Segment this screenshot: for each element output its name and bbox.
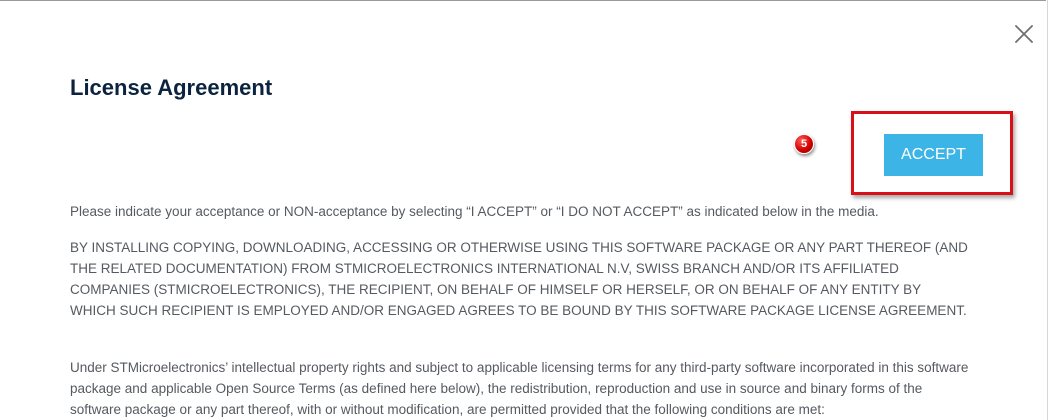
dialog-scroll-edge: [1047, 0, 1048, 420]
accept-button[interactable]: ACCEPT: [884, 134, 983, 176]
license-dialog: License Agreement 5 ACCEPT Please indica…: [0, 0, 1053, 420]
dialog-top-border: [0, 0, 1046, 1]
close-button[interactable]: [1012, 22, 1036, 46]
license-paragraph-conditions: Under STMicroelectronics’ intellectual p…: [70, 360, 969, 417]
license-paragraph-intro: Please indicate your acceptance or NON-a…: [70, 204, 879, 219]
step-number-badge: 5: [794, 134, 814, 154]
dialog-title: License Agreement: [70, 75, 273, 100]
license-paragraph-terms: BY INSTALLING COPYING, DOWNLOADING, ACCE…: [70, 240, 968, 318]
close-icon: [1015, 25, 1033, 43]
